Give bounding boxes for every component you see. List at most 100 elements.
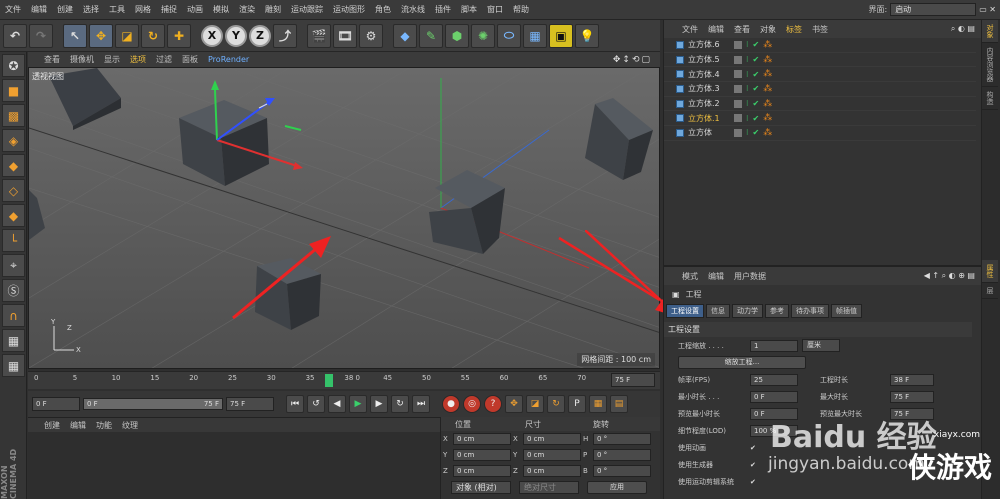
pen-spline-icon[interactable]: ✎ bbox=[419, 23, 443, 48]
material-menu-function[interactable]: 功能 bbox=[96, 420, 112, 430]
z-axis-icon[interactable]: Z bbox=[249, 24, 271, 47]
polygons-mode-icon[interactable]: ◆ bbox=[2, 204, 25, 227]
model-mode-icon[interactable]: ■ bbox=[2, 79, 25, 102]
start-frame-field[interactable]: 0 F bbox=[32, 397, 80, 411]
scale-icon[interactable]: ◪ bbox=[115, 23, 139, 48]
project-scale-field[interactable]: 1 bbox=[750, 339, 798, 352]
attr-menu-edit[interactable]: 编辑 bbox=[708, 271, 724, 282]
enabled-check-icon[interactable]: ✔ bbox=[753, 99, 760, 108]
workplane-icon[interactable]: ◈ bbox=[2, 129, 25, 152]
viewport-menu-camera[interactable]: 摄像机 bbox=[70, 54, 94, 65]
menu-file[interactable]: 文件 bbox=[0, 4, 26, 15]
object-row[interactable]: 立方体.5 ⁝ ✔ ⁂ bbox=[664, 53, 976, 68]
visibility-dots-icon[interactable]: ⁝ bbox=[746, 114, 749, 123]
visibility-dots-icon[interactable]: ⁝ bbox=[746, 40, 749, 49]
end-frame-field[interactable]: 75 F bbox=[226, 397, 274, 411]
material-menu-texture[interactable]: 纹理 bbox=[122, 420, 138, 430]
om-menu-file[interactable]: 文件 bbox=[682, 24, 698, 35]
go-to-end-icon[interactable]: ⏭ bbox=[412, 395, 430, 413]
attr-tab[interactable]: 动力学 bbox=[732, 304, 763, 318]
menu-mograph[interactable]: 运动图形 bbox=[328, 4, 370, 15]
size-x-field[interactable]: 0 cm bbox=[523, 433, 581, 445]
points-mode-icon[interactable]: ◆ bbox=[2, 154, 25, 177]
y-axis-icon[interactable]: Y bbox=[225, 24, 247, 47]
use-animation-checkbox[interactable]: ✔ bbox=[750, 444, 756, 452]
current-frame-indicator[interactable] bbox=[324, 374, 333, 387]
texture-mode-icon[interactable]: ▩ bbox=[2, 104, 25, 127]
prev-key-icon[interactable]: ↺ bbox=[307, 395, 325, 413]
record-keys-icon[interactable]: ● bbox=[442, 395, 460, 413]
scale-project-button[interactable]: 缩放工程... bbox=[678, 356, 806, 369]
attr-nav-icons[interactable]: ◀ ↑ ⌕ ◐ ⊕ ▤ bbox=[924, 271, 981, 281]
menu-create[interactable]: 创建 bbox=[52, 4, 78, 15]
menu-motion-tracking[interactable]: 运动跟踪 bbox=[286, 4, 328, 15]
grid-lock-icon[interactable]: ▦ bbox=[2, 354, 25, 377]
menu-character[interactable]: 角色 bbox=[370, 4, 396, 15]
make-editable-icon[interactable]: ✪ bbox=[2, 54, 25, 77]
om-menu-objects[interactable]: 对象 bbox=[760, 24, 776, 35]
menu-select[interactable]: 选择 bbox=[78, 4, 104, 15]
enabled-check-icon[interactable]: ✔ bbox=[753, 40, 760, 49]
material-tag-icon[interactable]: ⁂ bbox=[763, 113, 772, 123]
attr-menu-mode[interactable]: 模式 bbox=[682, 271, 698, 282]
size-y-field[interactable]: 0 cm bbox=[523, 449, 581, 461]
menu-tools[interactable]: 工具 bbox=[104, 4, 130, 15]
menu-snap[interactable]: 捕捉 bbox=[156, 4, 182, 15]
enabled-check-icon[interactable]: ✔ bbox=[753, 128, 760, 137]
layer-icon[interactable] bbox=[734, 84, 742, 93]
attr-tab[interactable]: 帧插值 bbox=[831, 304, 862, 318]
object-name[interactable]: 立方体.5 bbox=[688, 54, 730, 65]
viewport-menu-prorender[interactable]: ProRender bbox=[208, 55, 249, 64]
enabled-check-icon[interactable]: ✔ bbox=[753, 55, 760, 64]
object-name[interactable]: 立方体.1 bbox=[688, 113, 730, 124]
render-picture-viewer-icon[interactable]: 🎞 bbox=[333, 23, 357, 48]
visibility-dots-icon[interactable]: ⁝ bbox=[746, 55, 749, 64]
material-tag-icon[interactable]: ⁂ bbox=[763, 55, 772, 65]
select-arrow-icon[interactable]: ↖ bbox=[63, 23, 87, 48]
viewport-menu-display[interactable]: 显示 bbox=[104, 54, 120, 65]
apply-button[interactable]: 应用 bbox=[587, 480, 647, 494]
material-tag-icon[interactable]: ⁂ bbox=[763, 40, 772, 50]
position-x-field[interactable]: 0 cm bbox=[453, 433, 511, 445]
material-tag-icon[interactable]: ⁂ bbox=[763, 84, 772, 94]
render-settings-icon[interactable]: ⚙ bbox=[359, 23, 383, 48]
timeline-window-icon[interactable]: ▤ bbox=[610, 395, 628, 413]
preview-range-slider[interactable]: 0 F 75 F bbox=[83, 398, 223, 410]
layer-icon[interactable] bbox=[734, 99, 742, 108]
object-row[interactable]: 立方体.3 ⁝ ✔ ⁂ bbox=[664, 82, 976, 97]
coord-system-icon[interactable]: ⤴ bbox=[273, 23, 297, 48]
side-tab-content-browser[interactable]: 内容浏览器 bbox=[982, 43, 998, 87]
subdivision-icon[interactable]: ⬢ bbox=[445, 23, 469, 48]
enabled-check-icon[interactable]: ✔ bbox=[753, 70, 760, 79]
enabled-check-icon[interactable]: ✔ bbox=[753, 114, 760, 123]
material-tag-icon[interactable]: ⁂ bbox=[763, 128, 772, 138]
menu-pipeline[interactable]: 流水线 bbox=[396, 4, 430, 15]
object-name[interactable]: 立方体.6 bbox=[688, 39, 730, 50]
key-rotation-icon[interactable]: ↻ bbox=[547, 395, 565, 413]
object-row[interactable]: 立方体 ⁝ ✔ ⁂ bbox=[664, 126, 976, 141]
viewport-menu-view[interactable]: 查看 bbox=[44, 54, 60, 65]
visibility-dots-icon[interactable]: ⁝ bbox=[746, 128, 749, 137]
rotation-h-field[interactable]: 0 ° bbox=[593, 433, 651, 445]
viewport-nav-icons[interactable]: ✥↕⟲▢ bbox=[613, 55, 660, 65]
snap-icon[interactable]: Ⓢ bbox=[2, 279, 25, 302]
material-tag-icon[interactable]: ⁂ bbox=[763, 69, 772, 79]
redo-icon[interactable]: ↷ bbox=[29, 23, 53, 48]
material-menu-create[interactable]: 创建 bbox=[44, 420, 60, 430]
key-pla-icon[interactable]: ▦ bbox=[589, 395, 607, 413]
add-icon[interactable]: ✚ bbox=[167, 23, 191, 48]
object-name[interactable]: 立方体.4 bbox=[688, 69, 730, 80]
next-key-icon[interactable]: ↻ bbox=[391, 395, 409, 413]
size-mode-select[interactable]: 绝对尺寸 bbox=[519, 480, 579, 494]
light-icon[interactable]: 💡 bbox=[575, 23, 599, 48]
position-z-field[interactable]: 0 cm bbox=[453, 465, 511, 477]
menu-simulate[interactable]: 模拟 bbox=[208, 4, 234, 15]
visibility-dots-icon[interactable]: ⁝ bbox=[746, 99, 749, 108]
autokey-icon[interactable]: ◎ bbox=[463, 395, 481, 413]
cube-object-icon[interactable]: ◆ bbox=[393, 23, 417, 48]
object-row[interactable]: 立方体.2 ⁝ ✔ ⁂ bbox=[664, 97, 976, 112]
timeline-end-field[interactable]: 75 F bbox=[611, 373, 655, 387]
attr-menu-userdata[interactable]: 用户数据 bbox=[734, 271, 766, 282]
magnet-icon[interactable]: ∩ bbox=[2, 304, 25, 327]
viewport-menu-filter[interactable]: 过滤 bbox=[156, 54, 172, 65]
